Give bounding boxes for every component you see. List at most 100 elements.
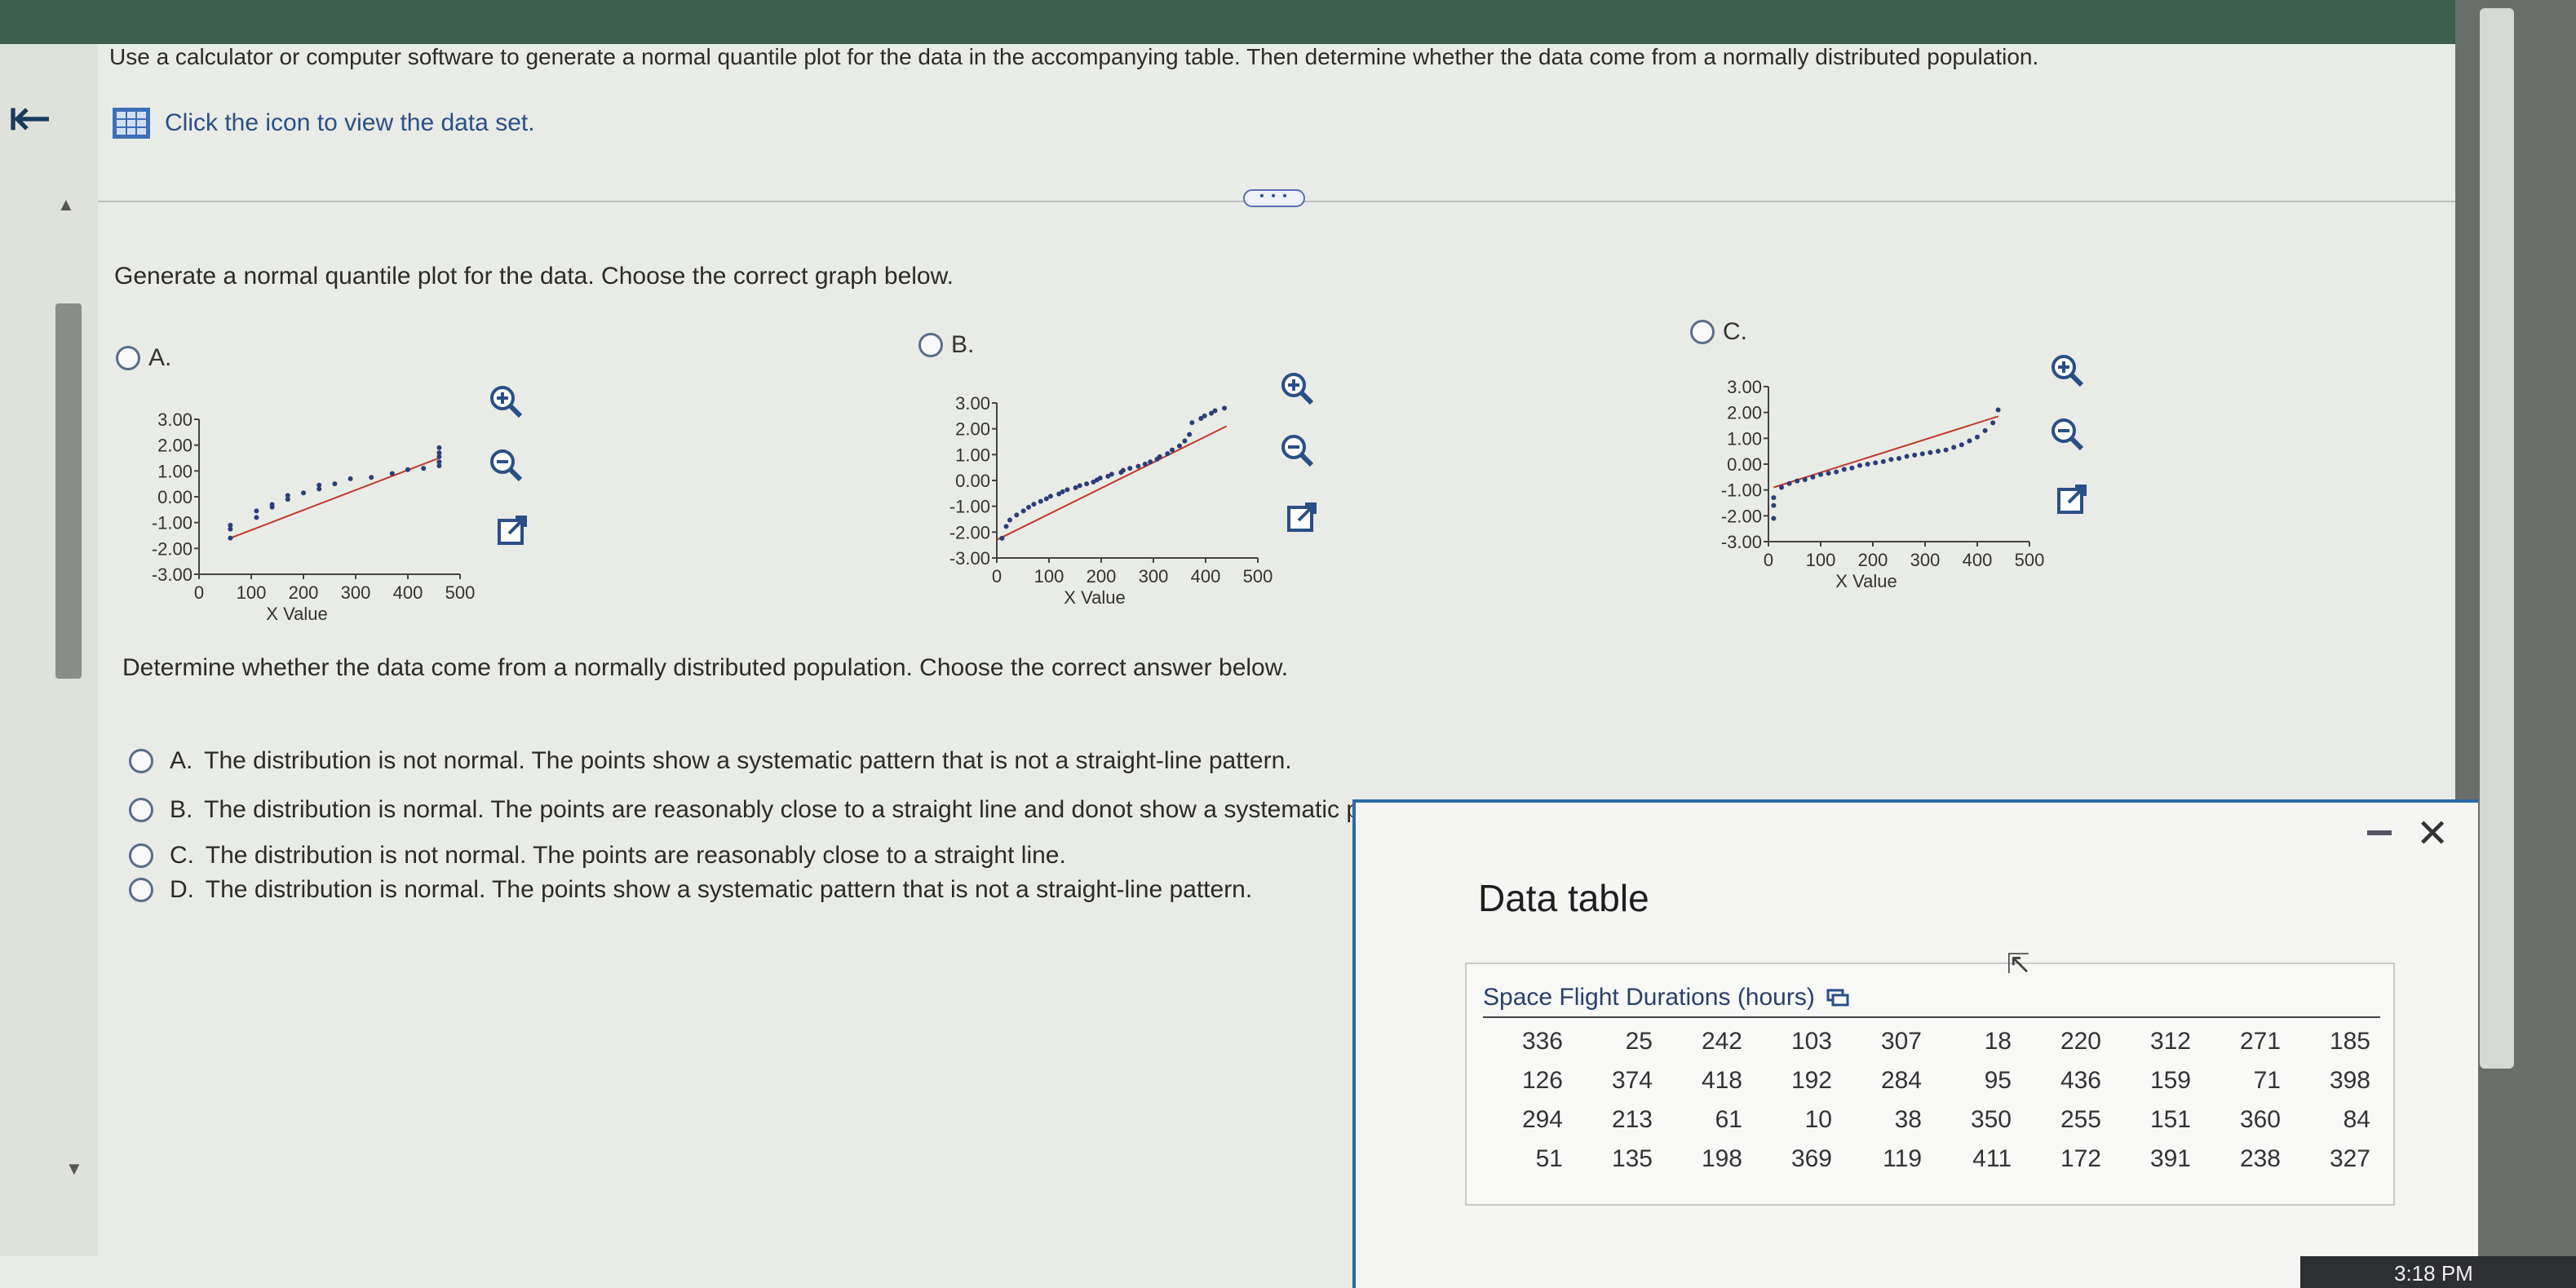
x-axis-label: X Value	[1835, 571, 1897, 591]
popup-title: Data table	[1478, 877, 1649, 919]
view-data-link[interactable]: Click the icon to view the data set.	[113, 108, 535, 139]
radio-answer-a[interactable]	[129, 749, 153, 773]
zoom-out-icon-a[interactable]	[486, 445, 525, 485]
table-cell: 38	[1894, 1106, 1922, 1133]
option-c[interactable]: C.	[1690, 318, 1747, 346]
data-point	[1043, 496, 1049, 502]
data-point	[1904, 454, 1910, 459]
table-caption: Space Flight Durations (hours)	[1483, 984, 1849, 1011]
table-cell: 185	[2329, 1028, 2370, 1055]
page-scrollbar[interactable]	[2480, 8, 2514, 1069]
data-link-label[interactable]: Click the icon to view the data set.	[165, 109, 535, 137]
x-tick-label: 200	[1858, 550, 1888, 570]
data-point	[1951, 445, 1957, 450]
x-tick-label: 0	[194, 582, 204, 603]
data-point	[1047, 494, 1053, 499]
data-point	[285, 493, 290, 498]
answer-d[interactable]: D. The distribution is normal. The point…	[129, 876, 1252, 904]
x-tick-label: 400	[1191, 566, 1221, 586]
answer-c[interactable]: C. The distribution is not normal. The p…	[129, 842, 1066, 870]
zoom-in-icon-c[interactable]	[2047, 351, 2087, 390]
scroll-up-icon[interactable]: ▲	[57, 194, 75, 215]
data-point	[1771, 502, 1777, 508]
table-cell: 271	[2239, 1028, 2281, 1055]
data-point	[999, 535, 1005, 541]
data-point	[1802, 477, 1808, 482]
data-point	[1888, 457, 1894, 463]
radio-answer-b[interactable]	[129, 798, 153, 822]
copy-icon[interactable]	[1826, 989, 1849, 1007]
data-point	[1212, 408, 1218, 414]
x-tick-label: 300	[1910, 550, 1941, 570]
data-point	[1786, 480, 1792, 486]
external-link-icon-a[interactable]	[493, 511, 532, 550]
data-point	[1148, 459, 1153, 465]
more-button[interactable]: • • •	[1243, 189, 1305, 207]
answer-a[interactable]: A. The distribution is not normal. The p…	[129, 747, 1292, 775]
x-tick-label: 400	[393, 582, 423, 603]
option-b[interactable]: B.	[918, 331, 974, 359]
option-a-label: A.	[148, 344, 172, 371]
data-point	[1826, 471, 1831, 476]
data-point	[1007, 517, 1012, 523]
data-point	[1849, 465, 1855, 471]
left-scrollbar[interactable]	[55, 303, 82, 679]
radio-answer-d[interactable]	[129, 878, 153, 902]
table-cell: 151	[2149, 1106, 2191, 1133]
x-tick-label: 100	[1806, 550, 1836, 570]
data-point	[1928, 449, 1933, 455]
table-cell: 391	[2149, 1145, 2191, 1172]
y-tick-label: 3.00	[955, 393, 990, 414]
table-icon[interactable]	[113, 108, 150, 139]
table-cell: 307	[1880, 1028, 1922, 1055]
radio-option-b[interactable]	[918, 333, 943, 357]
zoom-in-icon-a[interactable]	[486, 382, 525, 421]
data-point	[1959, 442, 1964, 448]
answer-a-letter: A.	[170, 747, 193, 774]
scroll-down-icon[interactable]: ▼	[65, 1158, 83, 1180]
table-cell: 255	[2060, 1106, 2101, 1133]
collapse-arrow-icon[interactable]: ⇤	[8, 91, 52, 144]
chart-option-c: 3.00 2.00 1.00 0.00 -1.00 -2.00 -3.000 100 200 30…	[1721, 377, 2045, 591]
y-tick-label: 2.00	[1727, 403, 1762, 423]
table-cell: 95	[1984, 1067, 2012, 1094]
data-point	[436, 445, 442, 450]
data-point	[1873, 460, 1879, 466]
close-icon[interactable]: ✕	[2416, 811, 2449, 856]
y-tick-label: 1.00	[1727, 428, 1762, 449]
x-tick-label: 100	[237, 582, 267, 603]
data-point	[436, 459, 442, 465]
y-tick-label: 0.00	[157, 487, 193, 507]
zoom-out-icon-c[interactable]	[2047, 414, 2087, 454]
external-link-icon-c[interactable]	[2052, 480, 2091, 519]
external-link-icon-b[interactable]	[1282, 498, 1321, 537]
data-point	[421, 466, 427, 471]
browser-top-bar	[0, 0, 2455, 44]
table-cell: 398	[2329, 1067, 2370, 1094]
data-point	[1084, 481, 1090, 487]
x-tick-label: 500	[1243, 566, 1273, 586]
data-point	[1967, 438, 1972, 444]
table-cell: 411	[1972, 1145, 2012, 1172]
radio-option-c[interactable]	[1690, 320, 1715, 344]
y-tick-label: -3.00	[1721, 532, 1762, 552]
data-point	[1187, 432, 1193, 437]
table-cell: 418	[1701, 1067, 1742, 1094]
y-tick-label: 0.00	[955, 471, 990, 491]
minimize-button[interactable]	[2367, 830, 2392, 835]
table-cell: 119	[1883, 1145, 1922, 1172]
x-tick-label: 200	[289, 582, 319, 603]
answer-d-text: The distribution is normal. The points s…	[205, 876, 1253, 903]
data-point	[347, 476, 353, 481]
radio-answer-c[interactable]	[129, 843, 153, 868]
table-cell: 242	[1701, 1028, 1742, 1055]
zoom-in-icon-b[interactable]	[1277, 369, 1317, 408]
option-a[interactable]: A.	[116, 344, 171, 372]
table-row: 126 374 418 192 284 95 436 159 71 398	[1483, 1062, 2380, 1101]
radio-option-a[interactable]	[116, 346, 140, 370]
question-1-prompt: Generate a normal quantile plot for the …	[114, 263, 954, 290]
table-cell: 192	[1790, 1067, 1832, 1094]
fit-line	[1773, 415, 1998, 489]
zoom-out-icon-b[interactable]	[1277, 431, 1317, 470]
data-point	[1880, 458, 1886, 464]
